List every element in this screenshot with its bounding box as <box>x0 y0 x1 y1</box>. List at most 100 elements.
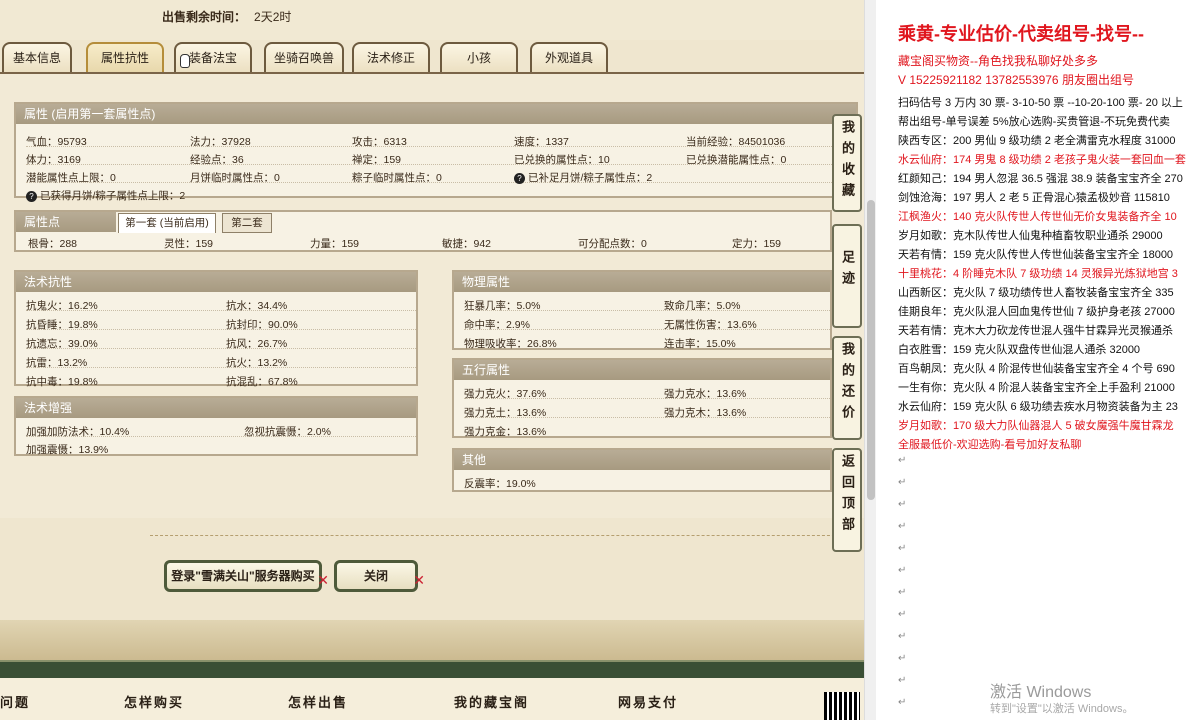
sale-info-bar: 出售剩余时间： 2天2时 <box>0 0 864 40</box>
scrollbar-thumb[interactable] <box>867 200 875 500</box>
windows-watermark-sub: 转到"设置"以激活 Windows。 <box>990 703 1134 715</box>
stat-exchanged-potential: 已兑换潜能属性点：0 <box>686 154 787 166</box>
spell-resist-box: 法术抗性 抗鬼火：16.2% 抗水：34.4% 抗昏睡：19.8% 抗封印：90… <box>14 270 418 388</box>
elements-title: 五行属性 <box>454 360 830 380</box>
doc-line: 山西新区：克火队 7 级功绩传世人畜牧装备宝宝齐全 335 <box>898 287 1174 299</box>
sale-remaining-label: 出售剩余时间： <box>162 10 247 24</box>
my-favorites-button[interactable]: 我的收藏 <box>832 114 862 212</box>
footer-link-my-cbg[interactable]: 我的藏宝阁 <box>454 692 529 711</box>
subtab-set-one[interactable]: 第一套 (当前启用) <box>118 213 216 233</box>
question-icon[interactable]: ? <box>514 173 525 184</box>
resist-sleep: 抗昏睡：19.8% <box>26 319 98 331</box>
subtab-set-two[interactable]: 第二套 <box>222 213 272 233</box>
spell-resist-title: 法术抗性 <box>16 272 416 292</box>
point-spirit: 灵性：159 <box>164 238 214 250</box>
flourish-icon: ✕ <box>317 572 329 588</box>
page-scrollbar[interactable] <box>864 0 876 720</box>
footprints-button[interactable]: 足迹 <box>832 224 862 328</box>
footer-divider <box>0 660 864 678</box>
tab-children[interactable]: 小孩 <box>440 42 518 72</box>
doc-line: 一生有你：克火队 4 阶混人装备宝宝齐全上手盈利 21000 <box>898 382 1175 394</box>
stat-obtained-cap: ? 已获得月饼/粽子属性点上限：2 <box>26 188 185 203</box>
elem-vs-wood: 强力克木：13.6% <box>664 407 747 419</box>
doc-line: 帮出组号-单号误差 5%放心选购-买贵管退-不玩免费代卖 <box>898 116 1170 128</box>
my-counteroffers-button[interactable]: 我的还价 <box>832 336 862 440</box>
paragraph-mark-icon: ↵ <box>898 477 907 488</box>
doc-line: 岁月如歌：克木队传世人仙鬼种植畜牧职业通杀 29000 <box>898 230 1163 242</box>
doc-line: 佳期良年：克火队混人回血鬼传世仙 7 级护身老孩 27000 <box>898 306 1175 318</box>
attribute-panel: 属性 (启用第一套属性点) 气血：95793 法力：37928 攻击：6313 … <box>0 72 864 518</box>
stat-mp: 法力：37928 <box>190 136 251 148</box>
other-title: 其他 <box>454 450 830 470</box>
paragraph-mark-icon: ↵ <box>898 565 907 576</box>
doc-line: 天若有情：159 克火队传世人传世仙装备宝宝齐全 18000 <box>898 249 1174 261</box>
my-favorites-label: 我的收藏 <box>840 120 855 204</box>
stat-potential-cap: 潜能属性点上限：0 <box>26 172 116 184</box>
boost-ignore-deterrence: 忽视抗震慑：2.0% <box>244 426 331 438</box>
tab-attributes[interactable]: 属性抗性 <box>86 42 164 72</box>
paragraph-mark-icon: ↵ <box>898 609 907 620</box>
resist-chaos: 抗混乱：67.8% <box>226 376 298 388</box>
doc-line: 水云仙府：159 克火队 6 级功绩去疾水月物资装备为主 23 <box>898 401 1178 413</box>
stat-speed: 速度：1337 <box>514 136 569 148</box>
tab-mounts-pets[interactable]: 坐骑召唤兽 <box>264 42 344 72</box>
points-box-title: 属性点 <box>16 212 116 232</box>
detail-tabs: 基本信息 属性抗性 装备法宝 坐骑召唤兽 法术修正 小孩 外观道具 <box>0 40 864 72</box>
tab-basic-info[interactable]: 基本信息 <box>2 42 72 72</box>
resist-thunder: 抗雷：13.2% <box>26 357 88 369</box>
login-server-buy-button[interactable]: 登录"雪满关山"服务器购买 ✕ <box>164 560 329 592</box>
resist-poison: 抗中毒：19.8% <box>26 376 98 388</box>
paragraph-mark-icon: ↵ <box>898 521 907 532</box>
question-icon[interactable]: ? <box>26 191 37 202</box>
paragraph-mark-icon: ↵ <box>898 499 907 510</box>
resist-seal: 抗封印：90.0% <box>226 319 298 331</box>
footer-link-faq[interactable]: 问题 <box>0 692 30 711</box>
phys-crit: 致命几率：5.0% <box>664 300 741 312</box>
attributes-box: 属性 (启用第一套属性点) 气血：95793 法力：37928 攻击：6313 … <box>14 102 858 202</box>
stat-zongzi-temp: 粽子临时属性点：0 <box>352 172 442 184</box>
footer-link-pay[interactable]: 网易支付 <box>618 692 678 711</box>
qr-code-icon <box>824 692 860 720</box>
doc-line: 陕西专区：200 男仙 9 级功绩 2 老全满雷克水程度 31000 <box>898 135 1176 147</box>
point-strength: 力量：159 <box>310 238 360 250</box>
doc-line: 全服最低价-欢迎选购-看号加好友私聊 <box>898 439 1082 451</box>
paragraph-mark-icon: ↵ <box>898 631 907 642</box>
point-unassigned: 可分配点数：0 <box>578 238 647 250</box>
doc-line: 扫码估号 3 万内 30 票- 3-10-50 票 --10-20-100 票-… <box>898 97 1183 109</box>
attributes-box-title: 属性 (启用第一套属性点) <box>16 104 856 124</box>
doc-line: 江枫渔火：140 克火队传世人传世仙无价女鬼装备齐全 10 <box>898 211 1177 223</box>
back-to-top-label: 返回顶部 <box>840 454 855 538</box>
stat-refilled-points: ? 已补足月饼/粽子属性点：2 <box>514 170 652 185</box>
other-box: 其他 反震率：19.0% <box>452 448 832 492</box>
tab-appearance[interactable]: 外观道具 <box>530 42 608 72</box>
footer-link-how-to-sell[interactable]: 怎样出售 <box>288 692 348 711</box>
paragraph-mark-icon: ↵ <box>898 543 907 554</box>
footer-link-how-to-buy[interactable]: 怎样购买 <box>124 692 184 711</box>
footprints-label: 足迹 <box>840 250 855 292</box>
resist-fire: 抗火：13.2% <box>226 357 288 369</box>
resist-forget: 抗遗忘：39.0% <box>26 338 98 350</box>
trade-page: 出售剩余时间： 2天2时 基本信息 属性抗性 装备法宝 坐骑召唤兽 法术修正 小孩… <box>0 0 876 720</box>
doc-line: 天若有情：克木大力砍龙传世混人强牛甘霖异光灵猴通杀 <box>898 325 1173 337</box>
paragraph-mark-icon: ↵ <box>898 653 907 664</box>
tab-spell-mods[interactable]: 法术修正 <box>352 42 430 72</box>
doc-line: 剑蚀沧海：197 男人 2 老 5 正骨混心猿孟极妙音 115810 <box>898 192 1170 204</box>
phys-berserk: 狂暴几率：5.0% <box>464 300 541 312</box>
stat-hp: 气血：95793 <box>26 136 87 148</box>
back-to-top-button[interactable]: 返回顶部 <box>832 448 862 552</box>
point-constitution: 根骨：288 <box>28 238 78 250</box>
stat-exchanged-points: 已兑换的属性点：10 <box>514 154 610 166</box>
close-button[interactable]: 关闭 ✕ <box>334 560 425 592</box>
other-counter-rate: 反震率：19.0% <box>464 478 536 490</box>
paragraph-mark-icon: ↵ <box>898 455 907 466</box>
doc-line: 百鸟朝凤：克火队 4 阶混传世仙装备宝宝齐全 4 个号 690 <box>898 363 1175 375</box>
my-counteroffers-label: 我的还价 <box>840 342 855 426</box>
footer-decor <box>0 620 864 665</box>
doc-line: V 15225921182 13782553976 朋友圈出组号 <box>898 73 1134 87</box>
stat-exp: 当前经验：84501036 <box>686 136 786 148</box>
resist-wind: 抗风：26.7% <box>226 338 288 350</box>
paragraph-mark-icon: ↵ <box>898 587 907 598</box>
sale-remaining-value: 2天2时 <box>254 10 292 24</box>
stat-zen: 禅定：159 <box>352 154 402 166</box>
doc-line: 红颜知己：194 男人忽混 36.5 强混 38.9 装备宝宝齐全 270 <box>898 173 1183 185</box>
